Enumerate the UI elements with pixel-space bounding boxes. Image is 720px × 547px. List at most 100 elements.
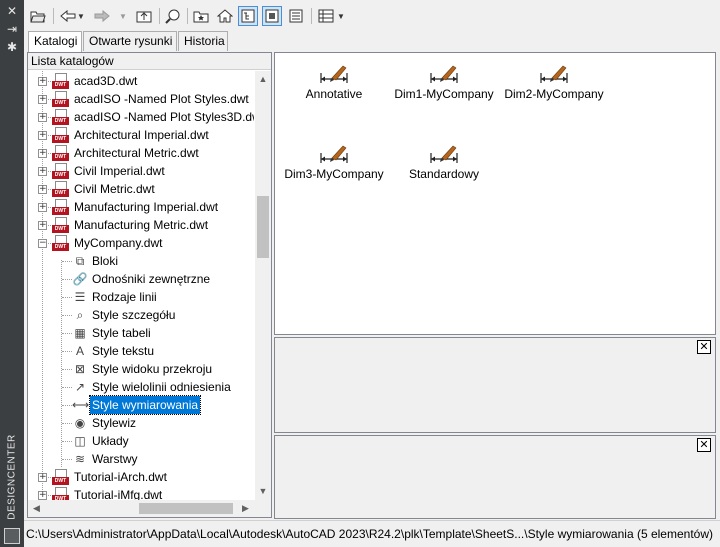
- tab-open-drawings[interactable]: Otwarte rysunki: [83, 31, 177, 51]
- expand-icon[interactable]: +: [38, 131, 47, 140]
- toolbar-separator: [187, 8, 188, 24]
- blocks-icon: ⧉: [75, 254, 85, 268]
- palette-icon[interactable]: [4, 528, 20, 544]
- tree-item-template[interactable]: + DWT Civil Metric.dwt: [28, 180, 254, 198]
- tree-item-template[interactable]: + DWT Manufacturing Metric.dwt: [28, 216, 254, 234]
- search-icon[interactable]: [163, 6, 183, 26]
- description-toggle-icon[interactable]: [286, 6, 306, 26]
- views-icon[interactable]: [316, 6, 336, 26]
- tree-item-label: Tutorial-iArch.dwt: [74, 470, 167, 484]
- scroll-up-icon[interactable]: ▲: [255, 71, 271, 88]
- dwt-file-icon: DWT: [52, 163, 69, 179]
- forward-dropdown-icon[interactable]: ▼: [118, 6, 128, 26]
- tree-item-category[interactable]: ⟷ Style wymiarowania: [28, 395, 254, 415]
- dimension-style-label: Standardowy: [408, 167, 480, 181]
- tree-item-template[interactable]: + DWT acadISO -Named Plot Styles3D.dwt: [28, 108, 254, 126]
- tree-view-toggle-icon[interactable]: [238, 6, 258, 26]
- tree-item-category[interactable]: ⧉ Bloki: [28, 252, 254, 270]
- palette-title: DESIGNCENTER: [6, 434, 18, 520]
- pin-icon[interactable]: ⇥: [4, 22, 20, 36]
- load-icon[interactable]: [28, 6, 48, 26]
- back-dropdown-icon[interactable]: ▼: [76, 6, 86, 26]
- tree-item-label: Manufacturing Imperial.dwt: [74, 200, 219, 214]
- tree-item-category[interactable]: A Style tekstu: [28, 342, 254, 360]
- tree-item-label: Bloki: [92, 254, 119, 268]
- horizontal-scroll-thumb[interactable]: [139, 503, 233, 514]
- expand-icon[interactable]: +: [38, 221, 47, 230]
- description-pane: ✕: [274, 435, 716, 519]
- dimension-style-icon: [429, 63, 459, 85]
- tree-item-template[interactable]: + DWT Tutorial-iMfg.dwt: [28, 486, 254, 500]
- dwt-file-icon: DWT: [52, 217, 69, 233]
- expand-icon[interactable]: +: [38, 491, 47, 500]
- visual-style-icon: ◉: [74, 416, 86, 430]
- tree-item-label: Style szczegółu: [92, 308, 176, 322]
- table-style-icon: ▦: [74, 326, 86, 340]
- close-icon[interactable]: ✕: [4, 4, 20, 18]
- expand-icon[interactable]: +: [38, 203, 47, 212]
- tree-item-label: Style tekstu: [92, 344, 155, 358]
- tree-item-template[interactable]: + DWT acad3D.dwt: [28, 72, 254, 90]
- collapse-icon[interactable]: −: [38, 239, 47, 248]
- dimension-style-item[interactable]: Annotative: [279, 61, 389, 105]
- vertical-scrollbar[interactable]: ▲ ▼: [255, 71, 271, 500]
- tree-item-category[interactable]: ≋ Warstwy: [28, 450, 254, 468]
- expand-icon[interactable]: +: [38, 77, 47, 86]
- expand-icon[interactable]: +: [38, 149, 47, 158]
- dimension-style-item[interactable]: Dim1-MyCompany: [389, 61, 499, 105]
- scroll-down-icon[interactable]: ▼: [255, 483, 271, 500]
- tree-item-label: MyCompany.dwt: [74, 236, 163, 250]
- tree-item-category[interactable]: ↗ Style wielolinii odniesienia: [28, 378, 254, 396]
- expand-icon[interactable]: +: [38, 473, 47, 482]
- tree-item-category[interactable]: ⌕ Style szczegółu: [28, 306, 254, 324]
- vertical-scroll-thumb[interactable]: [257, 196, 269, 258]
- dimension-style-item[interactable]: Dim2-MyCompany: [499, 61, 609, 105]
- preview-toggle-icon[interactable]: [262, 6, 282, 26]
- dimension-style-label: Annotative: [305, 87, 363, 101]
- designcenter-window: ✕ ⇥ ✱ DESIGNCENTER ▼ ▼ ▼ Katalogi Otwart…: [0, 0, 720, 547]
- detail-style-icon: ⌕: [76, 308, 84, 322]
- expand-icon[interactable]: +: [38, 113, 47, 122]
- scroll-right-icon[interactable]: ▶: [237, 500, 254, 517]
- back-icon[interactable]: [58, 6, 78, 26]
- dimension-style-item[interactable]: Standardowy: [389, 141, 499, 185]
- dimension-style-item[interactable]: Dim3-MyCompany: [279, 141, 389, 185]
- tree-line: [62, 369, 72, 370]
- home-icon[interactable]: [215, 6, 235, 26]
- tree-item-label: Style widoku przekroju: [92, 362, 213, 376]
- tab-history[interactable]: Historia: [178, 31, 228, 51]
- tree-item-label: Układy: [92, 434, 129, 448]
- tab-catalogs[interactable]: Katalogi: [28, 31, 82, 52]
- favorites-icon[interactable]: [191, 6, 211, 26]
- tree-item-template[interactable]: + DWT Tutorial-iArch.dwt: [28, 468, 254, 486]
- close-description-icon[interactable]: ✕: [697, 438, 711, 452]
- dwt-file-icon: DWT: [52, 73, 69, 89]
- dimension-style-icon: [319, 63, 349, 85]
- up-icon[interactable]: [134, 6, 154, 26]
- tree-item-category[interactable]: ☰ Rodzaje linii: [28, 288, 254, 306]
- tree-item-template[interactable]: + DWT Architectural Metric.dwt: [28, 144, 254, 162]
- tree-item-template[interactable]: + DWT acadISO -Named Plot Styles.dwt: [28, 90, 254, 108]
- tree-item-category[interactable]: 🔗 Odnośniki zewnętrzne: [28, 270, 254, 288]
- tree-item-template[interactable]: + DWT Civil Imperial.dwt: [28, 162, 254, 180]
- dimension-style-icon: [539, 63, 569, 85]
- views-dropdown-icon[interactable]: ▼: [336, 6, 346, 26]
- expand-icon[interactable]: +: [38, 167, 47, 176]
- settings-icon[interactable]: ✱: [4, 40, 20, 54]
- tree-item-category[interactable]: ◫ Układy: [28, 432, 254, 450]
- tree-item-category[interactable]: ◉ Stylewiz: [28, 414, 254, 432]
- expand-icon[interactable]: +: [38, 185, 47, 194]
- forward-icon[interactable]: [92, 6, 112, 26]
- horizontal-scrollbar[interactable]: ◀ ▶: [28, 500, 271, 517]
- tree-item-category[interactable]: ⊠ Style widoku przekroju: [28, 360, 254, 378]
- tree-item-template[interactable]: + DWT Manufacturing Imperial.dwt: [28, 198, 254, 216]
- dimension-style-icon: [319, 143, 349, 165]
- folder-tree: + DWT acad3D.dwt + DWT acadISO -Named Plot St…: [28, 71, 254, 500]
- expand-icon[interactable]: +: [38, 95, 47, 104]
- layout-icon: ◫: [74, 434, 86, 448]
- scroll-left-icon[interactable]: ◀: [28, 500, 45, 517]
- tree-item-template[interactable]: + DWT Architectural Imperial.dwt: [28, 126, 254, 144]
- close-preview-icon[interactable]: ✕: [697, 340, 711, 354]
- tree-item-category[interactable]: ▦ Style tabeli: [28, 324, 254, 342]
- tree-item-template[interactable]: − DWT MyCompany.dwt: [28, 234, 254, 252]
